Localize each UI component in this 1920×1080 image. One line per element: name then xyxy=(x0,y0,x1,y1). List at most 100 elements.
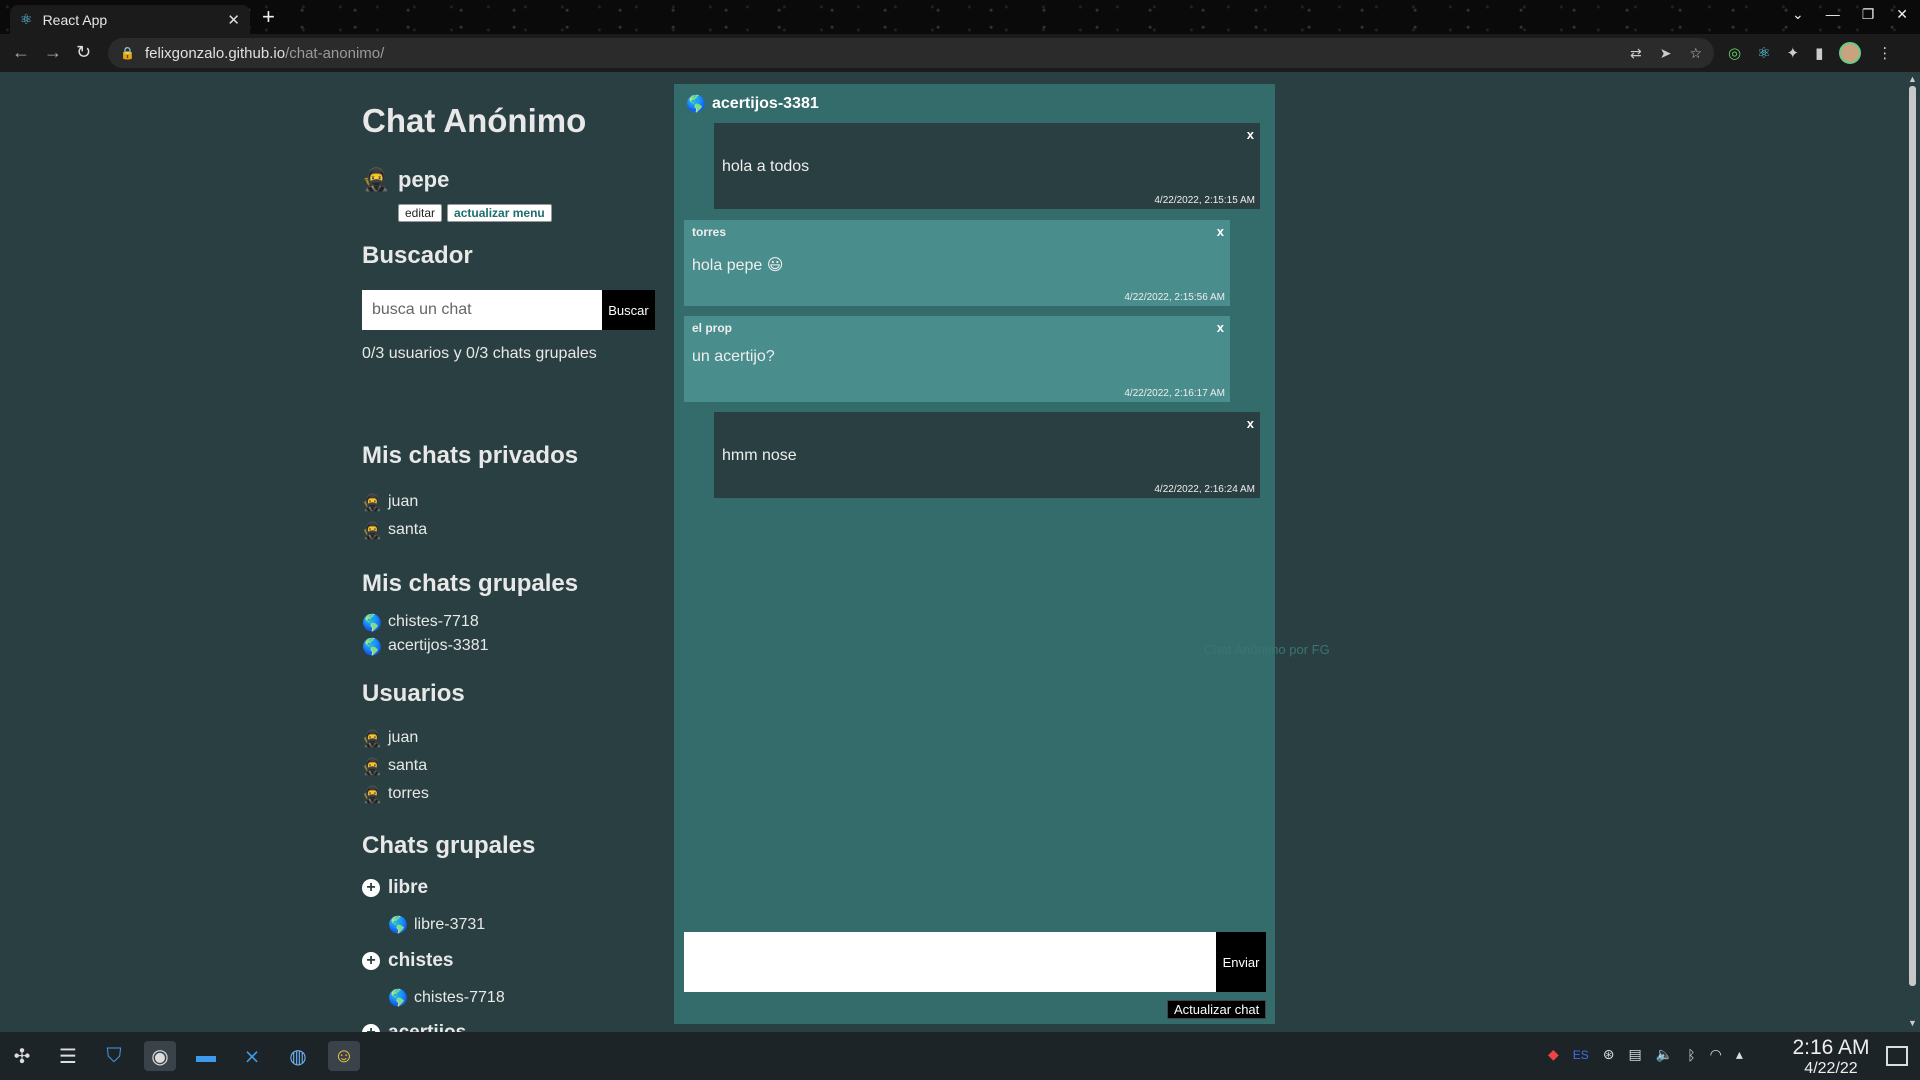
address-bar[interactable]: 🔒 felixgonzalo.github.io/chat-anonimo/ ⇄… xyxy=(108,38,1714,68)
message-text: hola a todos xyxy=(722,158,810,175)
group-chats-heading: Chats grupales xyxy=(362,832,536,859)
react-favicon-icon: ⚛ xyxy=(20,11,33,27)
message-composer: Enviar xyxy=(684,932,1266,992)
send-button[interactable]: Enviar xyxy=(1216,932,1266,992)
private-chat-item[interactable]: 🥷 juan xyxy=(362,488,427,516)
vscode-icon[interactable]: ⨯ xyxy=(236,1041,268,1071)
app-title: Chat Anónimo xyxy=(362,102,587,139)
group-chat-item[interactable]: 🌎 acertijos-3381 xyxy=(362,634,488,658)
share-icon[interactable]: ➤ xyxy=(1660,45,1672,62)
browser-toolbar: ← → ↻ 🔒 felixgonzalo.github.io/chat-anon… xyxy=(0,34,1920,72)
restore-icon[interactable]: ❐ xyxy=(1862,6,1875,23)
group-category-libre[interactable]: + libre xyxy=(362,877,428,899)
translate-icon[interactable]: ⇄ xyxy=(1630,45,1642,62)
bookmark-star-icon[interactable]: ☆ xyxy=(1689,45,1702,62)
group-category-acertijos[interactable]: + acertijos xyxy=(362,1022,466,1032)
message-author: el prop xyxy=(692,321,733,335)
search-button[interactable]: Buscar xyxy=(602,290,655,330)
message-text: hola pepe 😃 xyxy=(692,257,784,274)
refresh-menu-button[interactable]: actualizar menu xyxy=(447,204,552,222)
delete-message-icon[interactable]: x xyxy=(1247,127,1254,142)
browser-menu-icon[interactable]: ⋮ xyxy=(1877,44,1892,62)
group-room-name: libre-3731 xyxy=(414,915,486,933)
file-manager-icon[interactable]: ▬ xyxy=(190,1041,222,1071)
ninja-icon: 🥷 xyxy=(362,520,382,540)
plus-icon[interactable]: + xyxy=(362,1024,380,1032)
delete-message-icon[interactable]: x xyxy=(1247,416,1254,431)
clipboard-icon[interactable]: ▤ xyxy=(1629,1046,1642,1063)
search-input[interactable] xyxy=(362,290,602,330)
forward-icon[interactable]: → xyxy=(44,42,62,63)
user-item[interactable]: 🥷 torres xyxy=(362,780,429,808)
private-chat-name: juan xyxy=(388,493,419,510)
show-desktop-icon[interactable] xyxy=(1886,1046,1908,1066)
search-status: 0/3 usuarios y 0/3 chats grupales xyxy=(362,345,597,362)
user-item[interactable]: 🥷 juan xyxy=(362,724,429,752)
search-form: Buscar xyxy=(362,290,655,330)
group-category-name: acertijos xyxy=(388,1022,466,1032)
delete-message-icon[interactable]: x xyxy=(1217,224,1224,239)
edit-button[interactable]: editar xyxy=(398,204,443,222)
minimize-icon[interactable]: — xyxy=(1826,6,1840,23)
side-panel-icon[interactable]: ▮ xyxy=(1815,44,1823,62)
reload-icon[interactable]: ↻ xyxy=(76,42,91,63)
wifi-icon[interactable]: ◠ xyxy=(1710,1046,1722,1063)
user-actions: editar actualizar menu xyxy=(398,204,552,222)
group-chat-item[interactable]: 🌎 chistes-7718 xyxy=(362,610,489,634)
update-icon[interactable]: ⊛ xyxy=(1603,1046,1615,1063)
bluetooth-icon[interactable]: ᛒ xyxy=(1687,1047,1695,1063)
group-room-name: chistes-7718 xyxy=(414,988,505,1006)
user-name: torres xyxy=(388,785,429,802)
tab-title: React App xyxy=(42,11,108,28)
refresh-chat-button[interactable]: Actualizar chat xyxy=(1167,1000,1267,1019)
group-category-name: chistes xyxy=(388,950,454,971)
extension-target-icon[interactable]: ◎ xyxy=(1728,44,1741,62)
browser-app-icon[interactable]: ◍ xyxy=(282,1041,314,1071)
anydesk-icon[interactable]: ◆ xyxy=(1548,1046,1559,1063)
scroll-up-icon[interactable]: ▲ xyxy=(1908,74,1917,84)
tray-expand-icon[interactable]: ▴ xyxy=(1736,1046,1743,1063)
users-heading: Usuarios xyxy=(362,680,465,707)
page: Chat Anónimo 🥷 pepe editar actualizar me… xyxy=(0,72,1904,1032)
chat-name: acertijos-3381 xyxy=(712,94,819,112)
tab-search-icon[interactable]: ⌄ xyxy=(1792,6,1804,23)
scroll-down-icon[interactable]: ▼ xyxy=(1908,1018,1917,1028)
page-scrollbar[interactable]: ▲ ▼ xyxy=(1904,72,1920,1032)
browser-tab-bar: ⚛ React App ✕ + ⌄ — ❐ ✕ xyxy=(0,0,1920,34)
scrollbar-thumb[interactable] xyxy=(1909,86,1916,986)
plus-icon[interactable]: + xyxy=(362,879,380,897)
profile-avatar[interactable] xyxy=(1839,42,1862,64)
settings-sliders-icon[interactable]: ☰ xyxy=(52,1041,84,1071)
new-tab-button[interactable]: + xyxy=(262,5,275,29)
message-author: torres xyxy=(692,225,727,239)
back-icon[interactable]: ← xyxy=(12,42,30,63)
watermark-text: Chat Anónimo por FG xyxy=(1204,642,1330,657)
delete-message-icon[interactable]: x xyxy=(1217,320,1224,335)
private-chat-item[interactable]: 🥷 santa xyxy=(362,516,427,544)
group-category-chistes[interactable]: + chistes xyxy=(362,950,453,972)
private-chat-name: santa xyxy=(388,521,428,538)
group-category-name: libre xyxy=(388,877,429,898)
user-name: juan xyxy=(388,729,419,746)
extensions-puzzle-icon[interactable]: ✦ xyxy=(1787,44,1800,62)
clock[interactable]: 2:16 AM 4/22/22 xyxy=(1786,1036,1876,1078)
app-launcher-icon[interactable]: ✣ xyxy=(6,1041,38,1071)
close-window-icon[interactable]: ✕ xyxy=(1896,6,1908,23)
react-devtools-icon[interactable]: ⚛ xyxy=(1757,44,1770,62)
message-input[interactable] xyxy=(684,932,1216,992)
chrome-icon[interactable]: ◉ xyxy=(144,1041,176,1071)
tab-close-icon[interactable]: ✕ xyxy=(227,11,240,29)
group-room-item[interactable]: 🌎 libre-3731 xyxy=(388,915,485,934)
smiley-app-icon[interactable]: ☺ xyxy=(328,1041,360,1071)
extensions-area: ◎ ⚛ ✦ ▮ ⋮ xyxy=(1728,42,1892,64)
search-heading: Buscador xyxy=(362,242,473,269)
volume-icon[interactable]: 🔈 xyxy=(1656,1046,1673,1063)
url-host: felixgonzalo.github.io xyxy=(144,44,286,62)
store-bag-icon[interactable]: ⛉ xyxy=(98,1041,130,1071)
group-room-item[interactable]: 🌎 chistes-7718 xyxy=(388,988,505,1007)
browser-tab[interactable]: ⚛ React App ✕ xyxy=(10,5,250,34)
keyboard-layout[interactable]: ES xyxy=(1573,1048,1589,1062)
user-item[interactable]: 🥷 santa xyxy=(362,752,429,780)
lock-icon[interactable]: 🔒 xyxy=(120,46,135,60)
plus-icon[interactable]: + xyxy=(362,952,380,970)
